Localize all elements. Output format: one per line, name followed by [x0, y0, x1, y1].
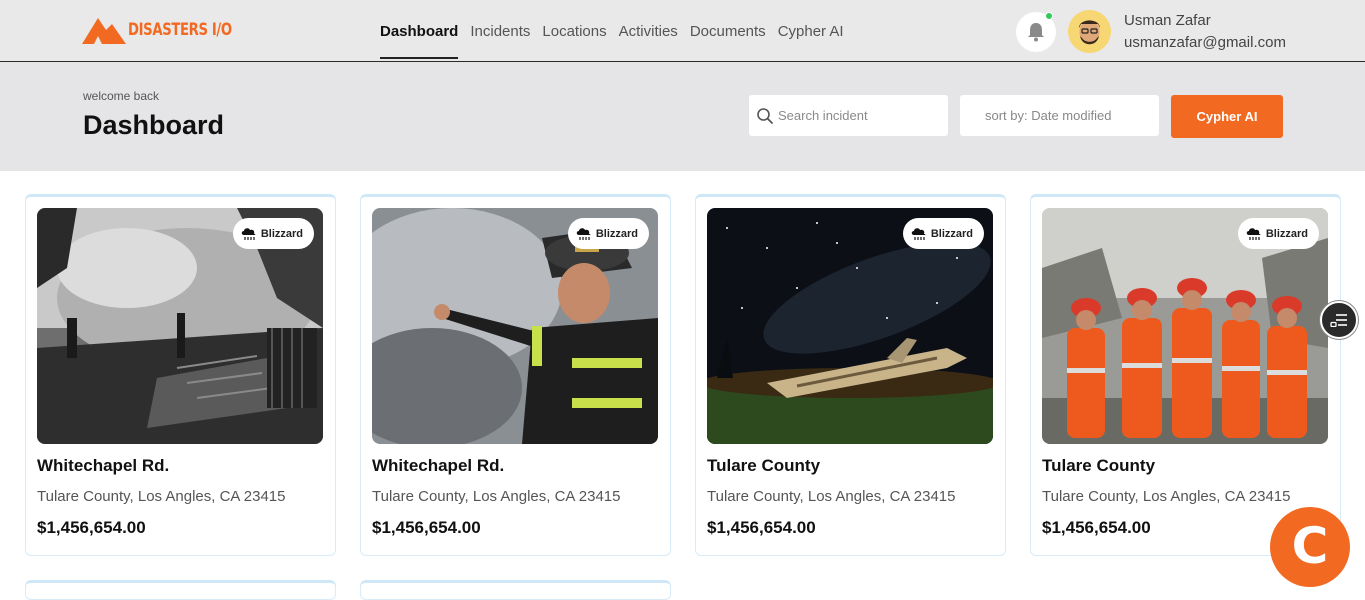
- mountain-logo-icon: [82, 18, 126, 44]
- user-avatar-icon: [1068, 10, 1111, 53]
- incident-card[interactable]: Blizzard Tulare County Tulare County, Lo…: [1030, 194, 1341, 556]
- cloud-snow-icon: [241, 227, 256, 240]
- badge-label: Blizzard: [260, 227, 303, 240]
- search-box[interactable]: [749, 95, 948, 136]
- disaster-type-badge: Blizzard: [1237, 218, 1319, 249]
- card-price: $1,456,654.00: [1042, 518, 1151, 537]
- disaster-type-badge: Blizzard: [232, 218, 314, 249]
- cloud-snow-icon: [1246, 227, 1261, 240]
- disaster-type-badge: Blizzard: [567, 218, 649, 249]
- top-navbar: DISASTERS I/O Dashboard Incidents Locati…: [0, 0, 1365, 62]
- avatar[interactable]: [1068, 10, 1111, 53]
- card-price: $1,456,654.00: [37, 518, 146, 537]
- sort-dropdown[interactable]: sort by: Date modified: [960, 95, 1159, 136]
- card-address: Tulare County, Los Angles, CA 23415: [1042, 488, 1291, 505]
- card-title: Whitechapel Rd.: [37, 456, 170, 475]
- badge-label: Blizzard: [930, 227, 973, 240]
- incident-image: Blizzard: [37, 208, 323, 444]
- bell-icon: [1028, 23, 1044, 42]
- main-nav: Dashboard Incidents Locations Activities…: [380, 0, 844, 62]
- filter-button[interactable]: [1320, 301, 1358, 339]
- user-email: usmanzafar@gmail.com: [1124, 34, 1286, 51]
- card-title: Whitechapel Rd.: [372, 456, 505, 475]
- nav-incidents[interactable]: Incidents: [470, 0, 530, 62]
- app-logo[interactable]: DISASTERS I/O: [82, 16, 261, 44]
- notification-dot: [1045, 12, 1053, 20]
- search-icon: [757, 107, 773, 124]
- card-price: $1,456,654.00: [372, 518, 481, 537]
- cloud-snow-icon: [576, 227, 591, 240]
- nav-documents[interactable]: Documents: [690, 0, 766, 62]
- incident-image: Blizzard: [707, 208, 993, 444]
- nav-locations[interactable]: Locations: [542, 0, 606, 62]
- card-address: Tulare County, Los Angles, CA 23415: [372, 488, 621, 505]
- filter-list-icon: [1330, 314, 1347, 327]
- search-input[interactable]: [778, 108, 938, 123]
- incident-card[interactable]: Blizzard Tulare County Tulare County, Lo…: [695, 194, 1006, 556]
- notifications-button[interactable]: [1016, 12, 1056, 52]
- user-name: Usman Zafar: [1124, 12, 1211, 29]
- card-title: Tulare County: [707, 456, 821, 475]
- incident-card[interactable]: Blizzard Whitechapel Rd. Tulare County, …: [360, 194, 671, 556]
- cypher-ai-button[interactable]: Cypher AI: [1171, 95, 1283, 138]
- card-address: Tulare County, Los Angles, CA 23415: [37, 488, 286, 505]
- incident-card[interactable]: Blizzard Whitechapel Rd. Tulare County, …: [25, 194, 336, 556]
- incident-image: Blizzard: [1042, 208, 1328, 444]
- welcome-text: welcome back: [83, 89, 160, 103]
- card-address: Tulare County, Los Angles, CA 23415: [707, 488, 956, 505]
- nav-dashboard[interactable]: Dashboard: [380, 0, 459, 62]
- incident-image: Blizzard: [372, 208, 658, 444]
- nav-activities[interactable]: Activities: [619, 0, 678, 62]
- page-title: Dashboard: [83, 110, 225, 140]
- logo-text: DISASTERS I/O: [128, 20, 232, 40]
- badge-label: Blizzard: [1265, 227, 1308, 240]
- nav-cypher-ai[interactable]: Cypher AI: [778, 0, 844, 62]
- card-price: $1,456,654.00: [707, 518, 816, 537]
- incident-card-partial[interactable]: [360, 580, 671, 600]
- cloud-snow-icon: [911, 227, 926, 240]
- cypher-assistant-button[interactable]: C: [1270, 507, 1350, 587]
- incident-card-partial[interactable]: [25, 580, 336, 600]
- card-title: Tulare County: [1042, 456, 1156, 475]
- badge-label: Blizzard: [595, 227, 638, 240]
- disaster-type-badge: Blizzard: [902, 218, 984, 249]
- page-header: welcome back Dashboard sort by: Date mod…: [0, 62, 1365, 171]
